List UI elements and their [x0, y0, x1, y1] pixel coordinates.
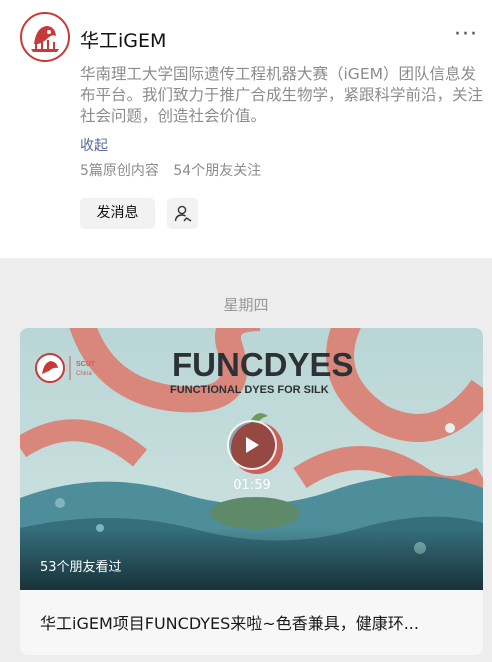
- account-description: 华南理工大学国际遗传工程机器大赛（iGEM）团队信息发布平台。我们致力于推广合成…: [80, 65, 484, 125]
- video-card[interactable]: SCUT China FUNCDYES FUNCTIONAL DYES FOR …: [20, 328, 483, 655]
- account-name: 华工iGEM: [80, 30, 167, 52]
- scut-igem-logo-icon: [23, 15, 67, 59]
- send-message-button[interactable]: 发消息: [80, 198, 155, 229]
- cover-logo-text: SCUT: [76, 361, 96, 368]
- friends-watched: 53个朋友看过: [40, 560, 122, 575]
- video-duration: 01:59: [233, 478, 271, 493]
- collapse-link[interactable]: 收起: [80, 135, 108, 155]
- day-label: 星期四: [223, 296, 269, 314]
- friends-following[interactable]: 54个朋友关注: [173, 163, 261, 179]
- article-title[interactable]: 华工iGEM项目FUNCDYES来啦~色香兼具，健康环...: [40, 610, 465, 634]
- account-stats: 5篇原创内容 54个朋友关注: [80, 160, 261, 180]
- account-profile: 华工iGEM ··· 华南理工大学国际遗传工程机器大赛（iGEM）团队信息发布平…: [0, 0, 492, 258]
- cover-subtitle: FUNCTIONAL DYES FOR SILK: [170, 384, 329, 396]
- account-avatar[interactable]: [20, 12, 70, 62]
- more-options-icon[interactable]: ···: [454, 22, 478, 47]
- article-feed: 星期四 SCUT China FUNCDYES FUNCTIONAL DYES …: [0, 258, 492, 662]
- play-icon: [246, 437, 259, 453]
- original-count: 5篇原创内容: [80, 163, 159, 179]
- cover-logo-sub: China: [76, 371, 92, 377]
- play-button[interactable]: [227, 420, 277, 470]
- cover-title: FUNCDYES: [172, 346, 354, 383]
- video-cover[interactable]: SCUT China FUNCDYES FUNCTIONAL DYES FOR …: [20, 328, 483, 590]
- follow-button[interactable]: [167, 198, 198, 229]
- person-follow-icon: [174, 205, 191, 222]
